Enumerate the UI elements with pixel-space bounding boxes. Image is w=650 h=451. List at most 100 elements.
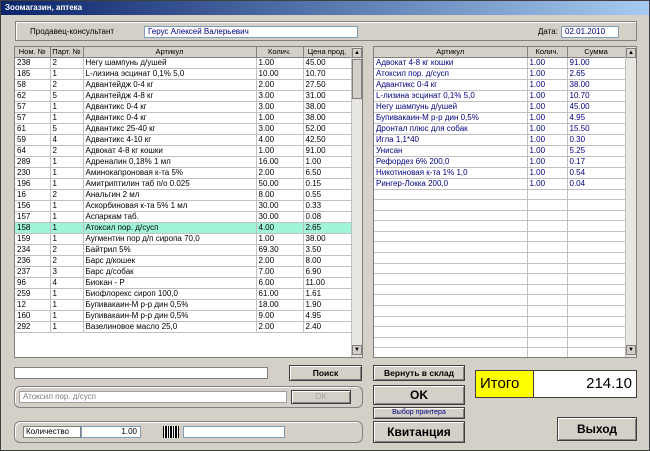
search-button[interactable]: Поиск — [289, 365, 362, 381]
receipt-col-header[interactable]: Артикул — [374, 47, 528, 58]
inventory-col-header[interactable]: Парт. № — [50, 47, 84, 58]
scroll-up-icon[interactable]: ▲ — [352, 48, 362, 58]
table-row[interactable]: 61 5 Адвантикс 25-40 кг 3.00 52.00 — [15, 123, 352, 135]
table-row[interactable]: 64 2 Адвокат 4-8 кг кошки 1.00 91.00 — [15, 145, 352, 157]
table-cell: 230 — [15, 167, 51, 179]
table-row[interactable]: 236 2 Барс д/кошек 2.00 8.00 — [15, 255, 352, 267]
empty-cell — [567, 210, 626, 222]
table-cell: Адвантейдж 4-8 кг — [83, 90, 257, 102]
receipt-grid[interactable]: Артикул Колич. Сумма Адвокат 4-8 кг кошки 1… — [373, 46, 637, 358]
inventory-col-header[interactable]: Цена прод. — [303, 47, 352, 58]
table-cell: 1 — [50, 112, 84, 124]
inventory-col-header[interactable]: Ном. № — [15, 47, 51, 58]
table-row[interactable]: 289 1 Адреналин 0,18% 1 мл 16.00 1.00 — [15, 156, 352, 168]
table-row[interactable]: 57 1 Адвантикс 0-4 кг 3.00 38.00 — [15, 101, 352, 113]
table-row[interactable]: Дронтал плюс для собак 1.00 15.50 — [374, 123, 626, 135]
table-cell: 4 — [50, 277, 84, 289]
empty-cell — [567, 252, 626, 264]
table-row[interactable]: Атоксил пор. д/сусп 1.00 2.65 — [374, 68, 626, 80]
table-cell: 1.00 — [256, 57, 304, 69]
table-row[interactable]: 160 1 Бупивакаин-М р-р дин 0,5% 9.00 4.95 — [15, 310, 352, 322]
table-cell: Атоксил пор. д/сусп — [374, 68, 528, 80]
seller-name-field[interactable]: Герус Алексей Валерьевич — [144, 26, 358, 38]
scroll-down-icon[interactable]: ▼ — [352, 345, 362, 355]
inventory-scrollbar[interactable]: ▲ ▼ — [351, 47, 362, 357]
empty-cell — [527, 273, 568, 285]
printer-select-button[interactable]: Выбор принтера — [373, 407, 465, 419]
table-cell: 30.00 — [256, 211, 304, 223]
ok-small-button[interactable]: OK — [291, 390, 351, 404]
receipt-col-header[interactable]: Сумма — [567, 47, 626, 58]
table-row[interactable]: Адвантикс 0-4 кг 1.00 38.00 — [374, 79, 626, 91]
table-row[interactable]: 234 2 Байтрил 5% 69.30 3.50 — [15, 244, 352, 256]
table-row[interactable]: 157 1 Аспаркам таб. 30.00 0.08 — [15, 211, 352, 223]
table-row[interactable]: Игла 1,1*40 1.00 0.30 — [374, 134, 626, 146]
table-cell: Адвантикс 4-10 кг — [83, 134, 257, 146]
empty-cell — [567, 199, 626, 211]
empty-row — [374, 241, 626, 254]
table-cell: 1.00 — [527, 156, 568, 168]
selected-item-field[interactable]: Атоксил пор. д/сусп — [19, 391, 287, 403]
table-row[interactable]: 238 2 Негу шампунь д/ушей 1.00 45.00 — [15, 57, 352, 69]
ok-button[interactable]: OK — [373, 385, 465, 405]
table-cell: 59 — [15, 134, 51, 146]
scroll-down-icon[interactable]: ▼ — [626, 345, 636, 355]
table-cell: 45.00 — [567, 101, 626, 113]
table-row[interactable]: Негу шампунь д/ушей 1.00 45.00 — [374, 101, 626, 113]
receipt-button[interactable]: Квитанция — [373, 421, 465, 443]
table-row[interactable]: Рефордез 6% 200,0 1.00 0.17 — [374, 156, 626, 168]
barcode-icon — [163, 426, 179, 438]
table-row[interactable]: 59 4 Адвантикс 4-10 кг 4.00 42.50 — [15, 134, 352, 146]
scroll-up-icon[interactable]: ▲ — [626, 48, 636, 58]
empty-cell — [374, 305, 528, 317]
return-to-stock-button[interactable]: Вернуть в склад — [373, 365, 465, 381]
empty-cell — [567, 326, 626, 338]
empty-cell — [527, 337, 568, 349]
table-row[interactable]: 196 1 Амитриптилин таб п/о 0.025 50.00 0.15 — [15, 178, 352, 190]
table-cell: 30.00 — [256, 200, 304, 212]
scroll-thumb[interactable] — [352, 59, 362, 99]
table-cell: 1 — [50, 310, 84, 322]
table-row[interactable]: Бупивакаин-М р-р дин 0,5% 1.00 4.95 — [374, 112, 626, 124]
table-row[interactable]: 57 1 Адвантикс 0-4 кг 1.00 38.00 — [15, 112, 352, 124]
inventory-col-header[interactable]: Артикул — [83, 47, 257, 58]
receipt-scrollbar[interactable]: ▲ ▼ — [625, 47, 636, 357]
exit-button[interactable]: Выход — [557, 417, 637, 441]
inventory-col-header[interactable]: Колич. — [256, 47, 304, 58]
table-cell: 1.61 — [303, 288, 352, 300]
table-row[interactable]: 156 1 Аскорбиновая к-та 5% 1 мл 30.00 0.33 — [15, 200, 352, 212]
inventory-grid[interactable]: Ном. № Парт. № Артикул Колич. Цена прод. 238… — [14, 46, 363, 358]
search-input[interactable] — [14, 367, 268, 379]
table-row[interactable]: 237 3 Барс д/собак 7.00 6.90 — [15, 266, 352, 278]
table-row[interactable]: Унисан 1.00 5.25 — [374, 145, 626, 157]
table-row[interactable]: L-лизина эсцинат 0,1% 5,0 1.00 10.70 — [374, 90, 626, 102]
table-cell: 3.00 — [256, 101, 304, 113]
table-row[interactable]: 158 1 Атоксил пор. д/сусп 4.00 2.65 — [15, 222, 352, 234]
table-cell: 1 — [50, 156, 84, 168]
table-row[interactable]: Рингер-Локка 200,0 1.00 0.04 — [374, 178, 626, 190]
receipt-col-header[interactable]: Колич. — [527, 47, 568, 58]
date-field[interactable]: 02.01.2010 — [561, 26, 619, 38]
table-row[interactable]: 292 1 Вазелиновое масло 25,0 2.00 2.40 — [15, 321, 352, 333]
table-cell: 1.00 — [527, 79, 568, 91]
table-row[interactable]: 62 5 Адвантейдж 4-8 кг 3.00 31.00 — [15, 90, 352, 102]
table-cell: 5.25 — [567, 145, 626, 157]
table-row[interactable]: 230 1 Аминокапроновая к-та 5% 2.00 6.50 — [15, 167, 352, 179]
table-row[interactable]: Никотиновая к-та 1% 1,0 1.00 0.54 — [374, 167, 626, 179]
total-box: Итого 214.10 — [475, 370, 637, 398]
table-row[interactable]: Адвокат 4-8 кг кошки 1.00 91.00 — [374, 57, 626, 69]
table-row[interactable]: 16 2 Анальгин 2 мл 8.00 0.55 — [15, 189, 352, 201]
seller-label: Продавец-консультант — [30, 27, 115, 36]
barcode-field[interactable] — [183, 426, 285, 438]
table-row[interactable]: 185 1 L-лизина эсцинат 0,1% 5,0 10.00 10.70 — [15, 68, 352, 80]
table-cell: Аминокапроновая к-та 5% — [83, 167, 257, 179]
table-row[interactable]: 259 1 Биофлорекс сироп 100,0 61.00 1.61 — [15, 288, 352, 300]
table-row[interactable]: 159 1 Аугментин пор д/п сиропа 70,0 1.00 38.… — [15, 233, 352, 245]
table-row[interactable]: 12 1 Бупивакаин-М р-р дин 0,5% 18.00 1.90 — [15, 299, 352, 311]
table-row[interactable]: 58 2 Адвантейдж 0-4 кг 2.00 27.50 — [15, 79, 352, 91]
quantity-field[interactable]: 1.00 — [81, 426, 141, 438]
table-row[interactable]: 96 4 Биокан - Р 6.00 11.00 — [15, 277, 352, 289]
table-cell: 8.00 — [303, 255, 352, 267]
table-cell: 91.00 — [303, 145, 352, 157]
table-cell: Байтрил 5% — [83, 244, 257, 256]
